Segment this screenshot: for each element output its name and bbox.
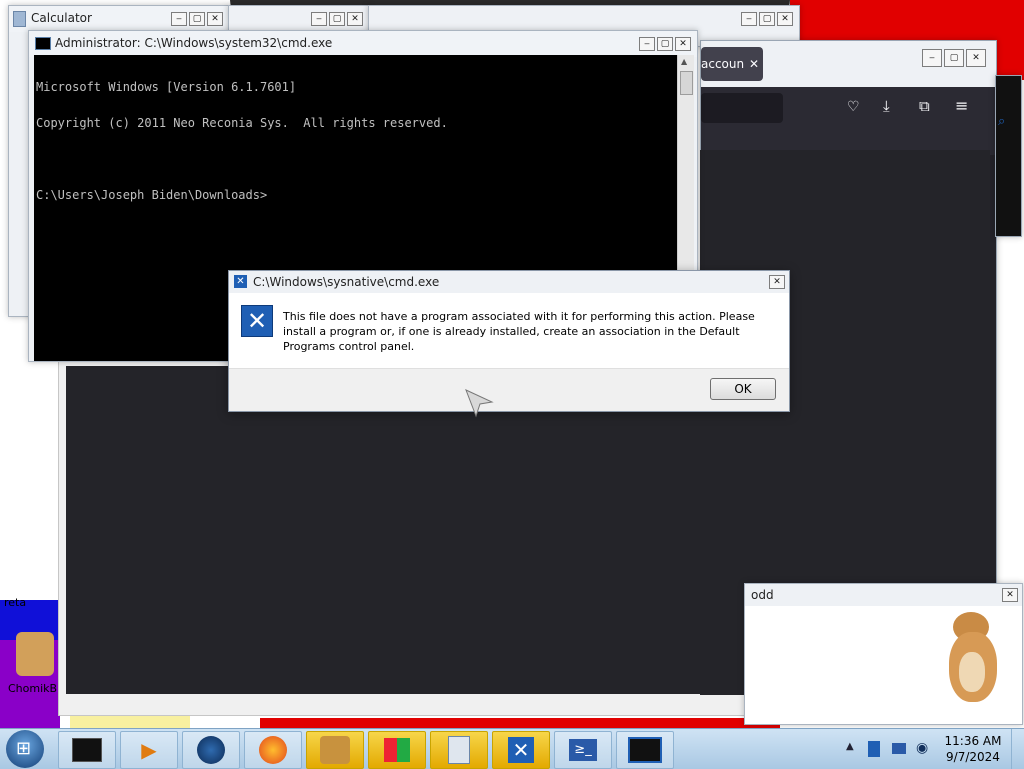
blocks-icon [384, 738, 410, 762]
calculator-app-icon [13, 11, 26, 27]
close-button[interactable]: ✕ [675, 37, 691, 51]
close-button[interactable]: ✕ [347, 12, 363, 26]
windows-logo-icon: ⊞ [16, 738, 32, 759]
console-icon [628, 737, 662, 763]
taskbar-item-calculator[interactable] [430, 731, 488, 769]
odd-title: odd [751, 588, 774, 602]
dialog-footer [229, 368, 789, 411]
cmd-window-controls: ‒ ▢ ✕ [639, 37, 691, 51]
maximize-button[interactable]: ▢ [657, 37, 673, 51]
close-button[interactable]: ✕ [207, 12, 223, 26]
minimize-button[interactable]: ‒ [171, 12, 187, 26]
minimize-button[interactable]: ‒ [639, 37, 655, 51]
start-button[interactable]: ⊞ [6, 730, 44, 768]
taskbar-item-error[interactable]: ✕ [492, 731, 550, 769]
tray-expand-icon[interactable]: ▲ [846, 741, 854, 752]
clock-time: 11:36 AM [944, 734, 1002, 748]
browser-side-window[interactable]: ⌕ [995, 75, 1022, 237]
globe-icon [197, 736, 225, 764]
desktop-icon-chomik[interactable]: ChomikB [8, 628, 64, 698]
hamster-icon [16, 632, 54, 676]
desktop-icon-label: ChomikB [8, 682, 58, 695]
taskbar: ⊞ ▶ ✕ ≥_ ▲ ◉ 11:36 AM 9/7/2024 [0, 728, 1024, 769]
calculator-titlebar[interactable]: Calculator ‒ ▢ ✕ [9, 6, 229, 32]
window-controls: ‒ ▢ ✕ [741, 12, 793, 26]
tray-network-icon[interactable] [892, 743, 906, 754]
odd-titlebar[interactable]: odd ✕ [745, 584, 1022, 606]
minimize-button[interactable]: ‒ [741, 12, 757, 26]
desktop-fragment-text: reta [4, 596, 27, 609]
close-tab-icon[interactable]: ✕ [749, 47, 759, 81]
taskbar-item-firefox[interactable] [244, 731, 302, 769]
console-line: Copyright (c) 2011 Neo Reconia Sys. All … [36, 116, 448, 130]
dialog-app-icon: ✕ [234, 275, 247, 288]
odd-close-button[interactable]: ✕ [1002, 588, 1018, 602]
console-prompt: C:\Users\Joseph Biden\Downloads> [36, 188, 268, 202]
dialog-title: C:\Windows\sysnative\cmd.exe [253, 275, 440, 289]
tray-volume-icon[interactable]: ◉ [916, 740, 928, 756]
browser-titlebar[interactable]: accoun ✕ ‒ ▢ ✕ [701, 41, 996, 87]
clock-date: 9/7/2024 [946, 750, 1000, 764]
dialog-close-button[interactable]: ✕ [769, 275, 785, 289]
taskbar-item-blocks[interactable] [368, 731, 426, 769]
close-button[interactable]: ✕ [777, 12, 793, 26]
taskbar-item-cmd[interactable] [58, 731, 116, 769]
calculator-icon [448, 736, 470, 764]
ok-button[interactable]: OK [710, 378, 776, 400]
error-icon: ✕ [241, 305, 273, 337]
cmd-window-icon [72, 738, 102, 762]
cmd-title: Administrator: C:\Windows\system32\cmd.e… [55, 36, 333, 50]
taskbar-item-console[interactable] [616, 731, 674, 769]
scroll-up-arrow[interactable]: ▲ [681, 57, 687, 66]
dialog-message: This file does not have a program associ… [283, 310, 755, 353]
pocket-icon[interactable]: ♡ [847, 99, 860, 115]
extensions-icon[interactable]: ⧉ [919, 97, 930, 115]
calculator-window-controls: ‒ ▢ ✕ [171, 12, 223, 26]
cmd-titlebar[interactable]: Administrator: C:\Windows\system32\cmd.e… [29, 31, 697, 57]
error-x-icon: ✕ [508, 737, 534, 763]
taskbar-item-media[interactable]: ▶ [120, 731, 178, 769]
scroll-thumb[interactable] [680, 71, 693, 95]
odd-window[interactable]: odd ✕ [744, 583, 1023, 725]
taskbar-item-powershell[interactable]: ≥_ [554, 731, 612, 769]
taskbar-item-chomikbox[interactable] [306, 731, 364, 769]
browser-window-controls: ‒ ▢ ✕ [922, 49, 986, 67]
error-dialog[interactable]: ✕ C:\Windows\sysnative\cmd.exe ✕ ✕ This … [228, 270, 790, 412]
close-button[interactable]: ✕ [966, 49, 986, 67]
dark-window-content [66, 366, 746, 694]
browser-tab[interactable]: accoun ✕ [701, 47, 763, 81]
search-icon[interactable]: ⌕ [998, 114, 1005, 129]
menu-icon[interactable]: ≡ [955, 96, 968, 115]
clock[interactable]: 11:36 AM 9/7/2024 [940, 733, 1006, 765]
firefox-icon [259, 736, 287, 764]
show-desktop-button[interactable] [1011, 729, 1024, 769]
desktop-background-red-bottom [260, 718, 780, 728]
minimize-button[interactable]: ‒ [922, 49, 942, 67]
powershell-icon: ≥_ [569, 739, 597, 761]
download-icon[interactable]: ⤓ [883, 97, 890, 115]
media-player-icon: ▶ [141, 738, 157, 762]
maximize-button[interactable]: ▢ [759, 12, 775, 26]
browser-toolbar: ♡ ⤓ ⧉ ≡ [701, 87, 996, 155]
minimize-button[interactable]: ‒ [311, 12, 327, 26]
calculator-title: Calculator [31, 11, 92, 25]
mouse-pointer-icon [465, 389, 494, 418]
window-controls: ‒ ▢ ✕ [311, 12, 363, 26]
maximize-button[interactable]: ▢ [189, 12, 205, 26]
url-bar[interactable] [701, 93, 783, 123]
tray-security-icon[interactable] [868, 741, 880, 757]
dialog-titlebar[interactable]: ✕ C:\Windows\sysnative\cmd.exe ✕ [229, 271, 789, 293]
taskbar-item-globe[interactable] [182, 731, 240, 769]
cmd-app-icon [35, 37, 51, 50]
chomik-box-icon [320, 736, 350, 764]
maximize-button[interactable]: ▢ [329, 12, 345, 26]
console-line: Microsoft Windows [Version 6.1.7601] [36, 80, 297, 94]
maximize-button[interactable]: ▢ [944, 49, 964, 67]
browser-tab-label: accoun [701, 57, 745, 71]
hamster-image [943, 608, 1007, 710]
